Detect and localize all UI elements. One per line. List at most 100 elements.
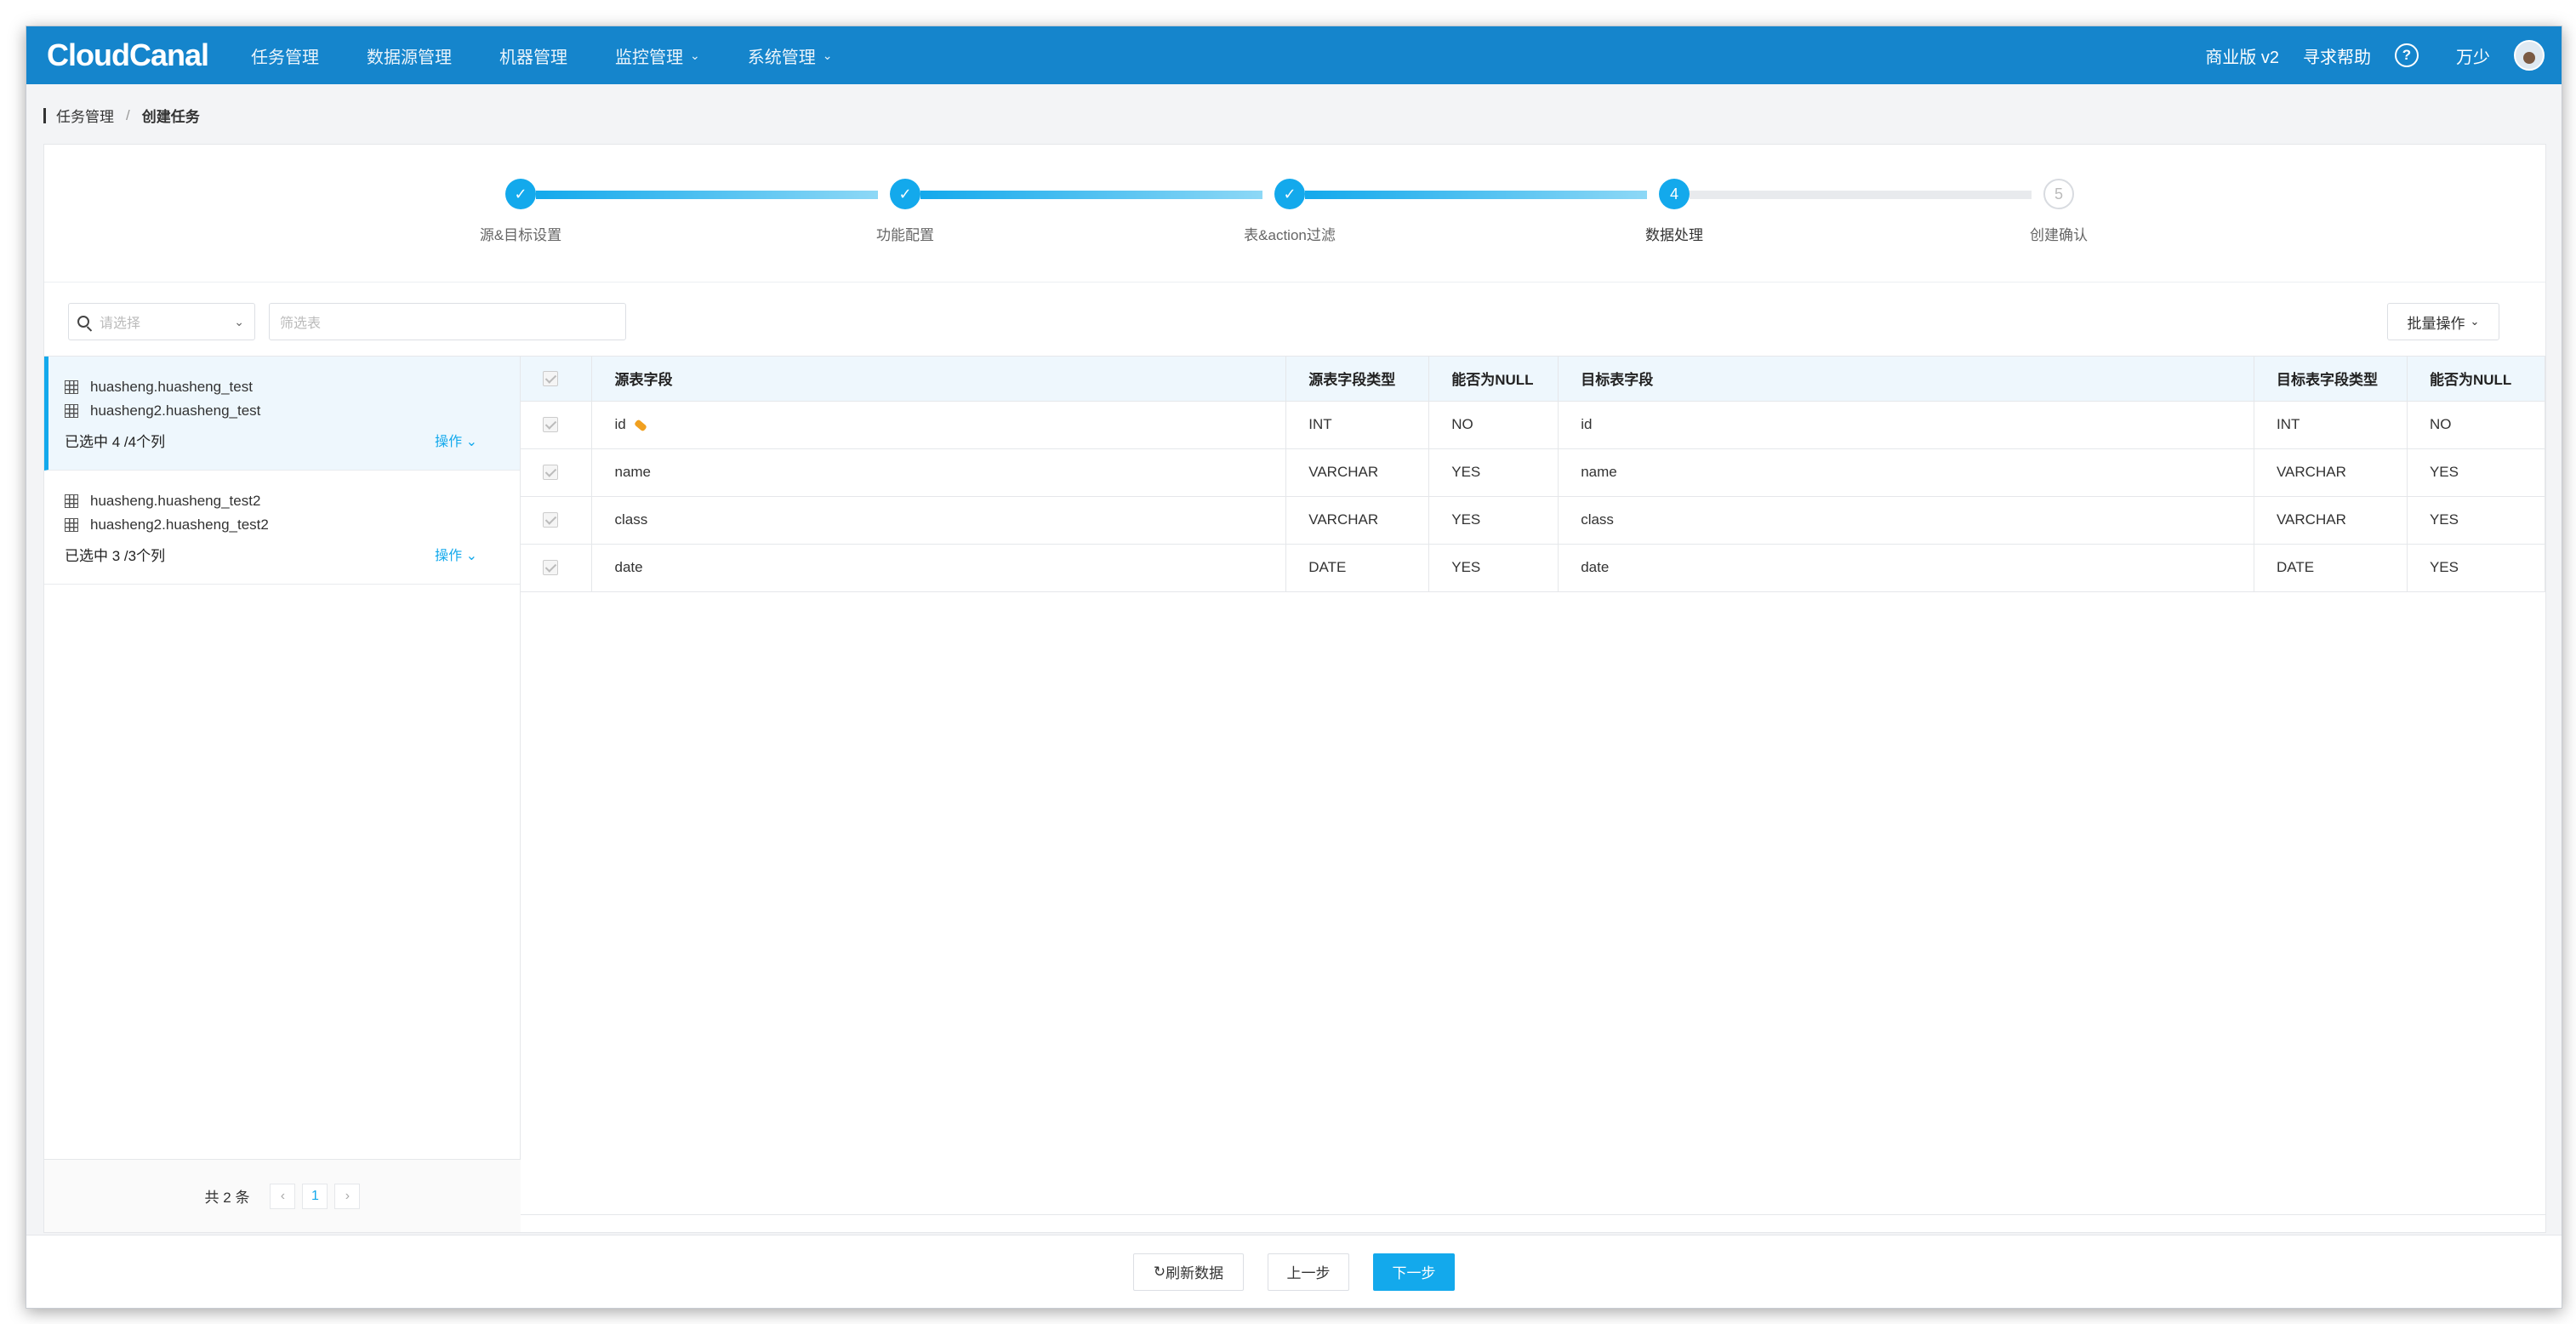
- table-group-item[interactable]: huasheng.huasheng_test2 huasheng2.huashe…: [44, 471, 520, 585]
- table-row: id INT NO id INT NO: [521, 401, 2546, 449]
- row-checkbox[interactable]: [543, 560, 558, 575]
- column-header: 源表字段类型: [1285, 357, 1430, 402]
- refresh-data-button[interactable]: ↻ 刷新数据: [1133, 1253, 1244, 1291]
- table-icon: [65, 380, 78, 394]
- nav-item-monitoring[interactable]: 监控管理 ⌄: [615, 43, 700, 68]
- operation-dropdown[interactable]: 操作 ⌄: [435, 544, 477, 564]
- step-connector: [1305, 191, 1647, 199]
- column-header: 能否为NULL: [2407, 357, 2546, 402]
- table-icon: [65, 518, 78, 532]
- target-type-cell: DATE: [2254, 544, 2408, 592]
- chevron-down-icon: ⌄: [2470, 315, 2480, 328]
- select-all-checkbox-cell[interactable]: [521, 357, 593, 402]
- table-group-item[interactable]: huasheng.huasheng_test huasheng2.huashen…: [44, 357, 520, 471]
- column-mapping-table: 源表字段 源表字段类型 能否为NULL 目标表字段 目标表字段类型 能否为NUL…: [521, 357, 2546, 592]
- table-header-row: 源表字段 源表字段类型 能否为NULL 目标表字段 目标表字段类型 能否为NUL…: [521, 357, 2546, 402]
- row-checkbox-cell[interactable]: [521, 544, 593, 592]
- next-step-button[interactable]: 下一步: [1373, 1253, 1455, 1291]
- target-nullable-cell: YES: [2407, 496, 2546, 545]
- chevron-down-icon: ⌄: [690, 48, 700, 62]
- source-field-cell: date: [591, 544, 1287, 592]
- schema-select-placeholder: 请选择: [100, 317, 141, 331]
- chevron-down-icon: ⌄: [234, 314, 244, 328]
- primary-key-icon: [633, 418, 647, 432]
- row-checkbox[interactable]: [543, 417, 558, 432]
- pagination: 共 2 条 ‹ 1 ›: [44, 1159, 521, 1232]
- source-type-cell: DATE: [1285, 544, 1430, 592]
- select-all-checkbox[interactable]: [543, 370, 558, 386]
- table-filter-input[interactable]: 筛选表: [269, 303, 626, 340]
- step-connector: [920, 191, 1262, 199]
- target-table: huasheng2.huasheng_test: [65, 399, 520, 423]
- column-header: 目标表字段: [1558, 357, 2254, 402]
- nav-item-system[interactable]: 系统管理 ⌄: [748, 43, 833, 68]
- schema-select[interactable]: 请选择 ⌄: [68, 303, 255, 340]
- step-4-number: 4: [1659, 179, 1690, 209]
- refresh-icon: ↻: [1153, 1263, 1166, 1280]
- chevron-down-icon: ⌄: [822, 48, 833, 62]
- help-icon[interactable]: ?: [2395, 43, 2419, 67]
- source-type-cell: VARCHAR: [1285, 496, 1430, 545]
- nav-item-machines[interactable]: 机器管理: [499, 43, 567, 68]
- nav-item-tasks[interactable]: 任务管理: [251, 43, 319, 68]
- row-checkbox-cell[interactable]: [521, 496, 593, 545]
- table-row: name VARCHAR YES name VARCHAR YES: [521, 448, 2546, 497]
- row-checkbox[interactable]: [543, 512, 558, 528]
- source-type-cell: VARCHAR: [1285, 448, 1430, 497]
- target-type-cell: INT: [2254, 401, 2408, 449]
- source-nullable-cell: YES: [1428, 448, 1559, 497]
- step-label: 源&目标设置: [479, 227, 562, 243]
- step-label: 功能配置: [876, 227, 934, 243]
- logo: CloudCanal: [47, 37, 209, 72]
- table-icon: [65, 404, 78, 418]
- prev-step-button[interactable]: 上一步: [1268, 1253, 1349, 1291]
- chevron-down-icon: ⌄: [465, 549, 477, 563]
- help-link[interactable]: 寻求帮助: [2303, 43, 2371, 68]
- step-2-check-icon: ✓: [890, 179, 920, 209]
- target-field-cell[interactable]: id: [1558, 401, 2254, 449]
- breadcrumb: 任务管理 / 创建任务: [43, 105, 200, 126]
- target-nullable-cell: NO: [2407, 401, 2546, 449]
- column-header: 目标表字段类型: [2254, 357, 2408, 402]
- target-nullable-cell: YES: [2407, 448, 2546, 497]
- source-type-cell: INT: [1285, 401, 1430, 449]
- step-connector: [536, 191, 878, 199]
- target-field-cell[interactable]: class: [1558, 496, 2254, 545]
- table-row: date DATE YES date DATE YES: [521, 544, 2546, 592]
- operation-dropdown[interactable]: 操作 ⌄: [435, 430, 477, 450]
- source-field-cell: name: [591, 448, 1287, 497]
- column-header: 能否为NULL: [1428, 357, 1559, 402]
- column-mapping-grid: 源表字段 源表字段类型 能否为NULL 目标表字段 目标表字段类型 能否为NUL…: [521, 356, 2546, 1215]
- step-1-check-icon: ✓: [505, 179, 536, 209]
- batch-operation-button[interactable]: 批量操作 ⌄: [2387, 303, 2499, 340]
- nav-right: 商业版 v2 寻求帮助 ? 万少: [2181, 40, 2562, 71]
- batch-operation-label: 批量操作: [2407, 315, 2465, 332]
- main-panel: ✓ ✓ ✓ 4 5 源&目标设置 功能配置 表&action过滤 数据处理 创建…: [43, 144, 2546, 1233]
- step-3-check-icon: ✓: [1274, 179, 1305, 209]
- nav-item-datasources[interactable]: 数据源管理: [367, 43, 452, 68]
- footer-bar: ↻ 刷新数据 上一步 下一步: [26, 1235, 2562, 1308]
- search-icon: [77, 316, 89, 328]
- row-checkbox-cell[interactable]: [521, 448, 593, 497]
- row-checkbox[interactable]: [543, 465, 558, 480]
- pagination-total: 共 2 条: [204, 1190, 250, 1206]
- step-connector: [1690, 191, 2032, 199]
- source-field-cell: id: [591, 401, 1287, 449]
- next-page-button[interactable]: ›: [334, 1183, 361, 1209]
- edition-label: 商业版 v2: [2205, 48, 2279, 67]
- breadcrumb-separator: /: [126, 106, 130, 123]
- breadcrumb-parent[interactable]: 任务管理: [56, 105, 114, 126]
- step-label: 表&action过滤: [1244, 227, 1336, 243]
- app-window: CloudCanal 任务管理 数据源管理 机器管理 监控管理 ⌄ 系统管理 ⌄ 商…: [26, 26, 2562, 1309]
- row-checkbox-cell[interactable]: [521, 401, 593, 449]
- page-number-button[interactable]: 1: [302, 1183, 328, 1209]
- step-label: 数据处理: [1645, 227, 1703, 243]
- prev-page-button[interactable]: ‹: [270, 1183, 296, 1209]
- user-name[interactable]: 万少: [2456, 43, 2490, 68]
- source-nullable-cell: YES: [1428, 544, 1559, 592]
- avatar[interactable]: [2514, 40, 2545, 71]
- target-field-cell[interactable]: date: [1558, 544, 2254, 592]
- table-row: class VARCHAR YES class VARCHAR YES: [521, 496, 2546, 545]
- target-field-cell[interactable]: name: [1558, 448, 2254, 497]
- source-nullable-cell: NO: [1428, 401, 1559, 449]
